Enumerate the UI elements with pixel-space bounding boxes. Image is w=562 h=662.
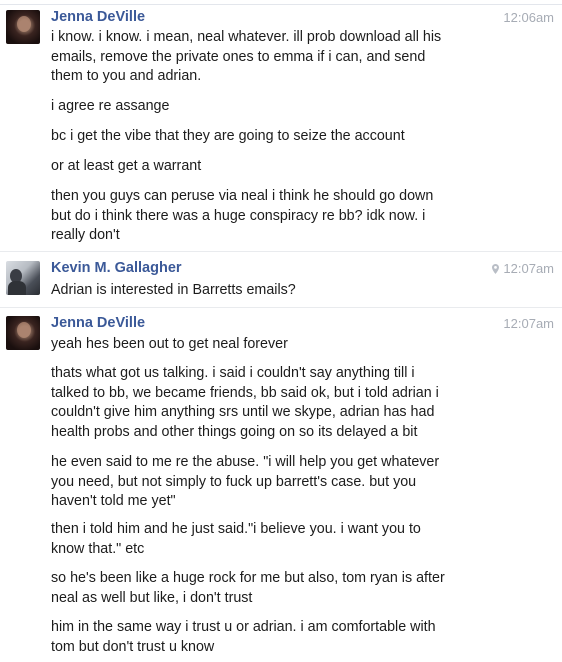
message-text: thats what got us talking. i said i coul… xyxy=(51,365,439,440)
sender-name[interactable]: Kevin M. Gallagher xyxy=(51,260,182,276)
message-timestamp: 12:07am xyxy=(492,261,554,276)
message-text: he even said to me re the abuse. "i will… xyxy=(51,454,440,509)
message-text: i know. i know. i mean, neal whatever. i… xyxy=(51,29,442,84)
message-divider xyxy=(0,307,562,308)
message-timestamp: 12:06am xyxy=(503,10,554,25)
message-text: Adrian is interested in Barretts emails? xyxy=(51,282,296,298)
message-text: so he's been like a huge rock for me but… xyxy=(51,570,445,606)
message-divider xyxy=(0,251,562,252)
message-text: or at least get a warrant xyxy=(51,158,202,174)
message-text: i agree re assange xyxy=(51,98,170,114)
message-text: him in the same way i trust u or adrian.… xyxy=(51,619,436,655)
user-avatar-kevin[interactable] xyxy=(6,261,40,295)
sender-name[interactable]: Jenna DeVille xyxy=(51,315,145,331)
message-text: then i told him and he just said."i beli… xyxy=(51,521,421,557)
sender-name[interactable]: Jenna DeVille xyxy=(51,9,145,25)
top-border xyxy=(0,0,562,5)
timestamp-text: 12:07am xyxy=(503,261,554,276)
user-avatar-jenna[interactable] xyxy=(6,316,40,350)
message-text: then you guys can peruse via neal i thin… xyxy=(51,188,434,243)
user-avatar-jenna[interactable] xyxy=(6,10,40,44)
location-pin-icon[interactable] xyxy=(492,264,500,274)
message-text: yeah hes been out to get neal forever xyxy=(51,336,288,352)
message-text: bc i get the vibe that they are going to… xyxy=(51,128,405,144)
message-timestamp: 12:07am xyxy=(503,316,554,331)
